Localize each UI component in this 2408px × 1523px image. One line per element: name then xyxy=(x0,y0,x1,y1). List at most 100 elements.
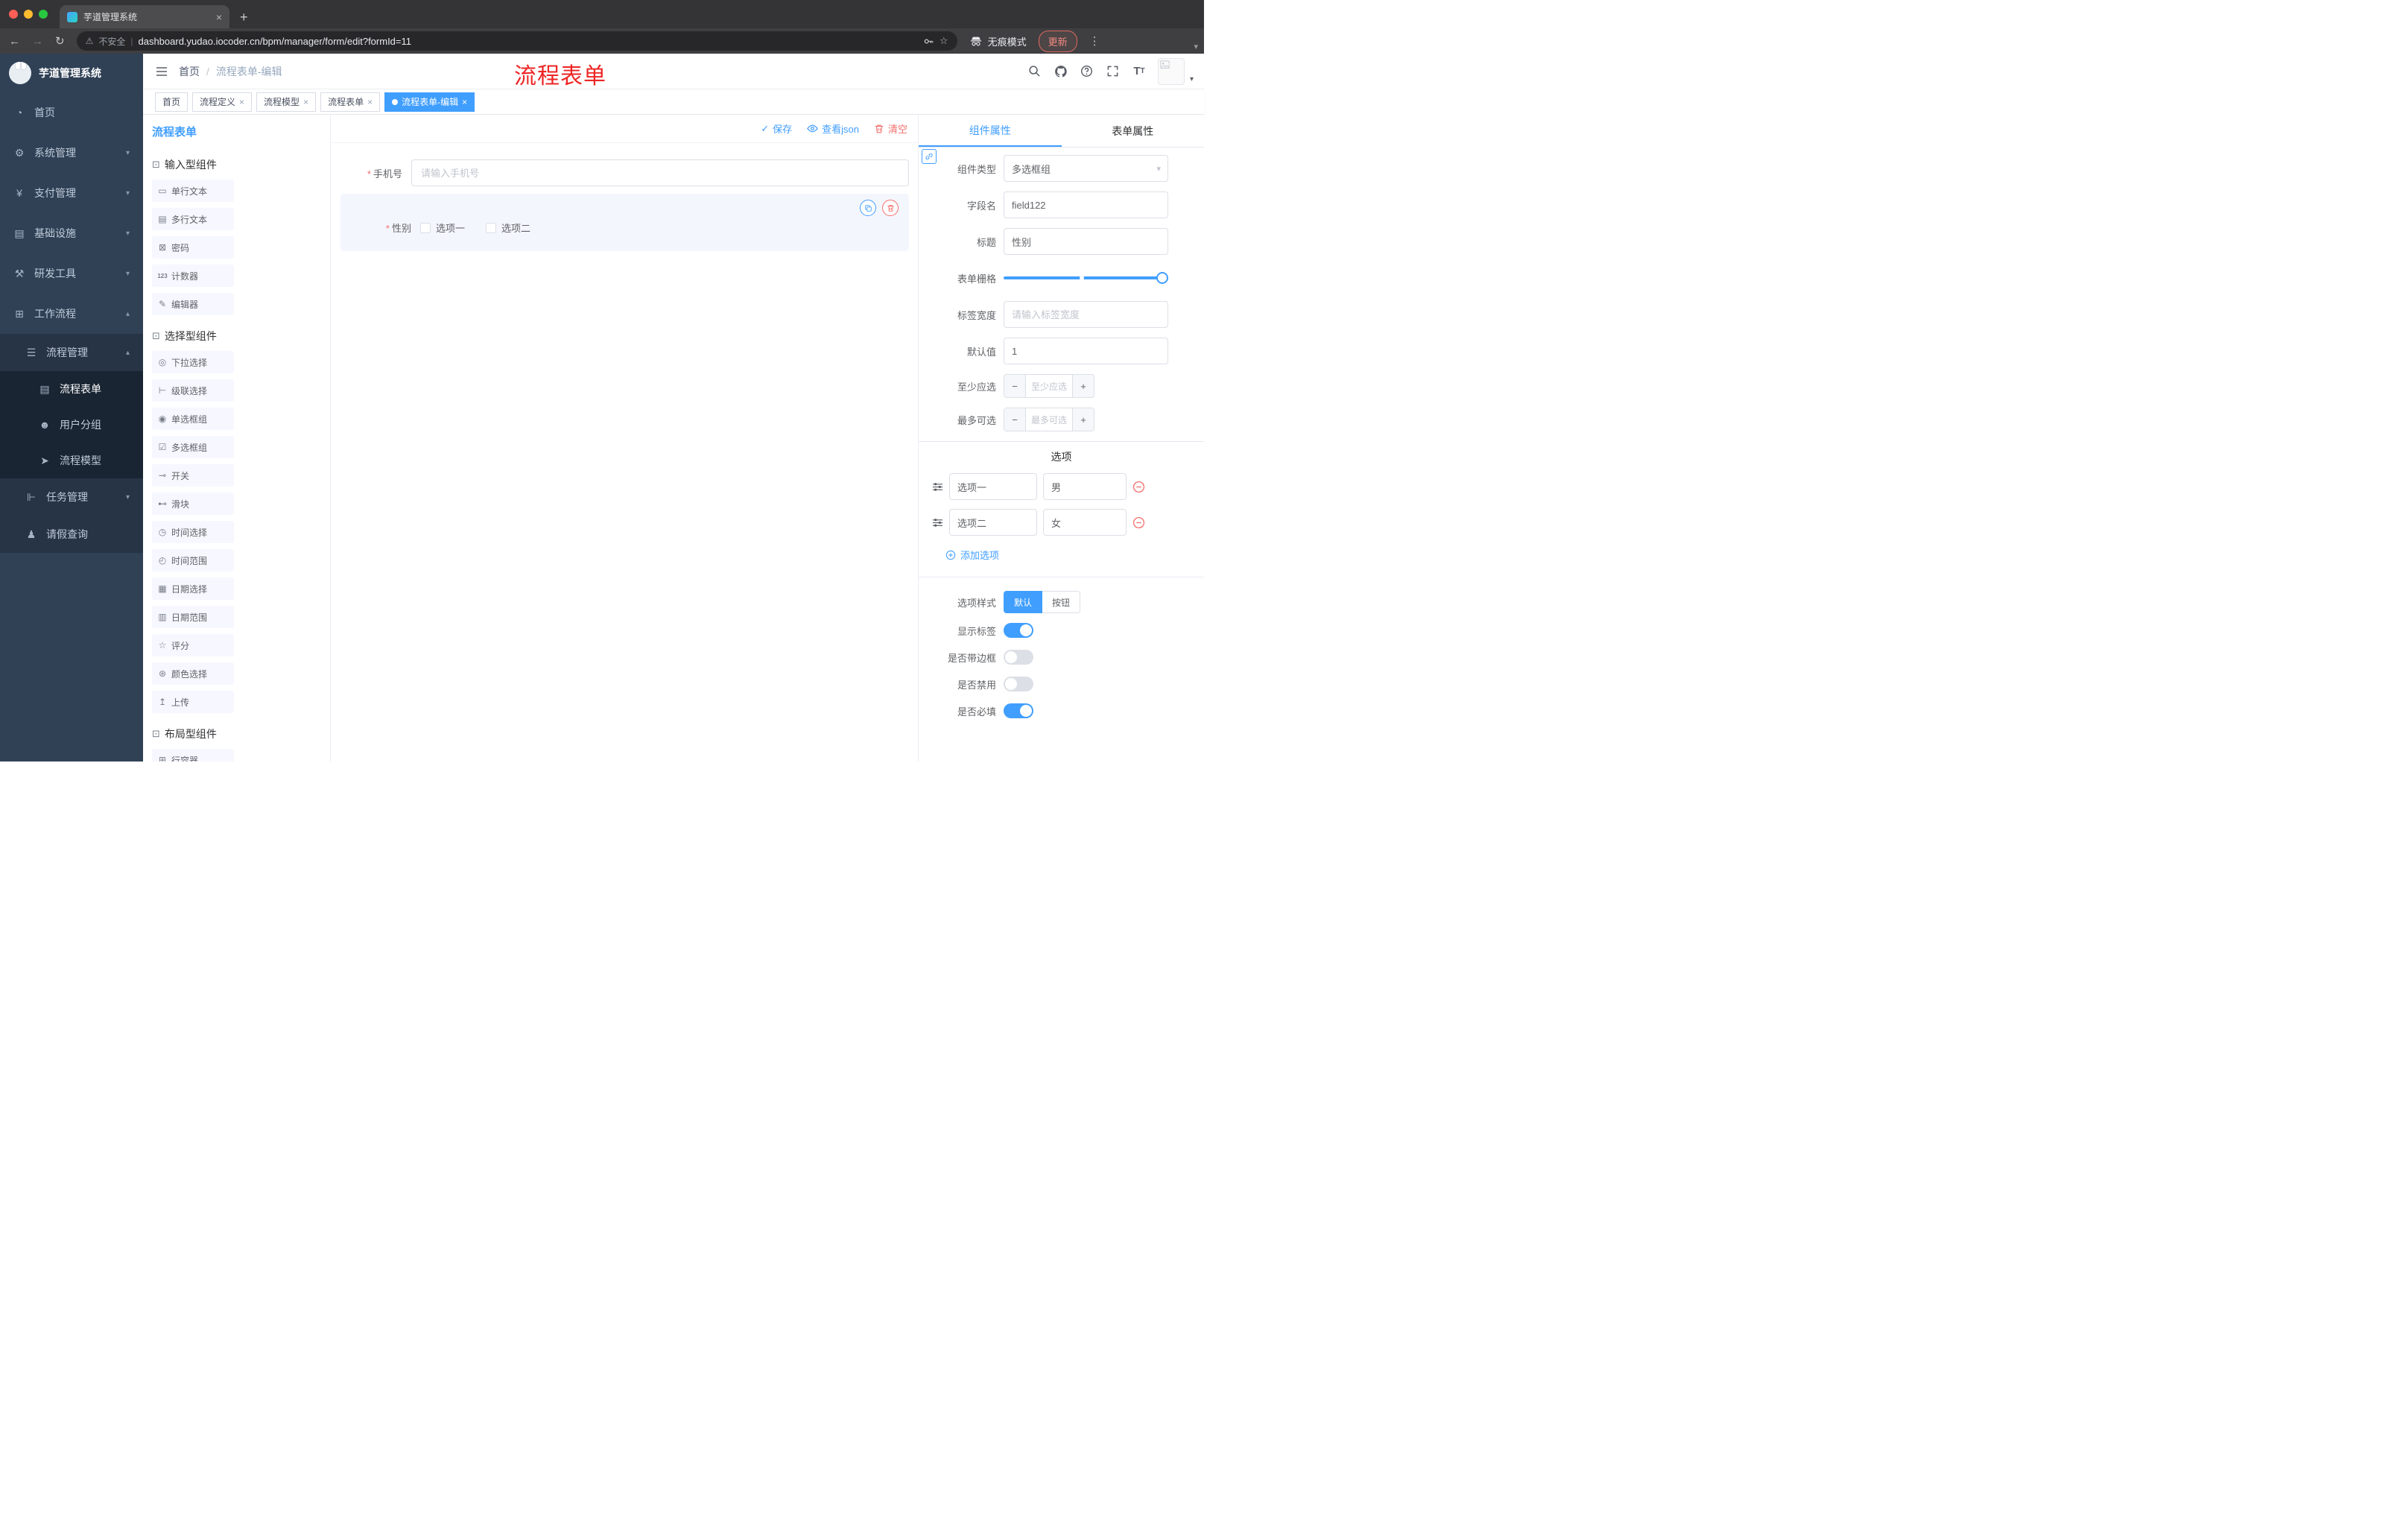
component-switch[interactable]: ⊸ 开关 xyxy=(152,464,234,487)
disabled-switch[interactable] xyxy=(1004,677,1033,691)
font-size-icon[interactable]: TT xyxy=(1132,64,1147,79)
user-avatar[interactable] xyxy=(1157,57,1185,85)
sidebar-item-payment[interactable]: ¥ 支付管理 ▾ xyxy=(0,173,143,213)
forward-icon[interactable]: → xyxy=(32,35,43,48)
component-multi-text[interactable]: ▤ 多行文本 xyxy=(152,208,234,230)
tag-home[interactable]: 首页 xyxy=(155,92,188,112)
password-key-icon[interactable] xyxy=(923,36,934,47)
component-checkbox-group[interactable]: ☑ 多选框组 xyxy=(152,436,234,458)
fullscreen-icon[interactable] xyxy=(1106,64,1121,79)
component-password[interactable]: ⊠ 密码 xyxy=(152,236,234,259)
copy-widget-button[interactable] xyxy=(860,200,876,216)
close-icon[interactable]: × xyxy=(303,97,308,107)
component-slider[interactable]: ⊷ 滑块 xyxy=(152,493,234,515)
sidebar-item-user-group[interactable]: ☻ 用户分组 xyxy=(0,407,143,443)
component-select[interactable]: ◎ 下拉选择 xyxy=(152,351,234,373)
component-rate[interactable]: ☆ 评分 xyxy=(152,634,234,656)
show-label-switch[interactable] xyxy=(1004,623,1033,638)
search-icon[interactable] xyxy=(1027,64,1042,79)
breadcrumb-home[interactable]: 首页 xyxy=(179,64,200,79)
option-name-input[interactable] xyxy=(949,473,1037,500)
sidebar-item-system[interactable]: ⚙ 系统管理 ▾ xyxy=(0,133,143,173)
increase-button[interactable]: + xyxy=(1072,375,1094,397)
save-button[interactable]: ✓ 保存 xyxy=(761,121,792,136)
tab-close-icon[interactable]: × xyxy=(216,11,222,23)
component-time-picker[interactable]: ◷ 时间选择 xyxy=(152,521,234,543)
clear-button[interactable]: 清空 xyxy=(874,121,907,136)
tag-process-definition[interactable]: 流程定义 × xyxy=(192,92,253,112)
component-color-picker[interactable]: ⊛ 颜色选择 xyxy=(152,662,234,685)
min-select-value[interactable]: 至少应选 xyxy=(1026,375,1072,397)
close-icon[interactable]: × xyxy=(462,97,467,107)
gender-widget[interactable]: * 性别 选项一 选项二 xyxy=(340,194,909,251)
slider-handle[interactable] xyxy=(1156,272,1168,284)
sidebar-fold-icon[interactable] xyxy=(155,65,168,78)
component-counter[interactable]: 123 计数器 xyxy=(152,265,234,287)
component-single-text[interactable]: ▭ 单行文本 xyxy=(152,180,234,202)
new-tab-button[interactable]: + xyxy=(240,10,248,25)
browser-menu-icon[interactable]: ⋮ xyxy=(1089,34,1100,48)
required-switch[interactable] xyxy=(1004,703,1033,718)
option-name-input[interactable] xyxy=(949,509,1037,536)
reload-icon[interactable]: ↻ xyxy=(55,34,65,48)
default-value-input[interactable] xyxy=(1004,338,1168,364)
component-row-container[interactable]: ⊞ 行容器 xyxy=(152,749,234,762)
label-width-input[interactable] xyxy=(1004,301,1168,328)
gender-option-2-checkbox[interactable]: 选项二 xyxy=(486,221,530,235)
sidebar-item-process-management[interactable]: ☰ 流程管理 ▴ xyxy=(0,334,143,371)
component-upload[interactable]: ↥ 上传 xyxy=(152,691,234,713)
security-warning-icon[interactable]: ⚠ xyxy=(86,36,94,46)
window-zoom-button[interactable] xyxy=(39,10,48,19)
drag-handle-icon[interactable] xyxy=(932,481,943,493)
component-editor[interactable]: ✎ 编辑器 xyxy=(152,293,234,315)
form-grid-slider[interactable] xyxy=(1004,272,1168,284)
component-date-picker[interactable]: ▦ 日期选择 xyxy=(152,577,234,600)
style-default-button[interactable]: 默认 xyxy=(1004,591,1043,613)
tag-process-model[interactable]: 流程模型 × xyxy=(256,92,317,112)
phone-input[interactable] xyxy=(411,159,909,186)
delete-widget-button[interactable] xyxy=(882,200,899,216)
gender-option-1-checkbox[interactable]: 选项一 xyxy=(420,221,465,235)
remove-option-icon[interactable] xyxy=(1132,481,1145,493)
window-close-button[interactable] xyxy=(9,10,18,19)
add-option-button[interactable]: 添加选项 xyxy=(945,548,999,562)
sidebar-item-leave-query[interactable]: ♟ 请假查询 xyxy=(0,516,143,553)
window-minimize-button[interactable] xyxy=(24,10,33,19)
drag-handle-icon[interactable] xyxy=(932,517,943,528)
max-select-value[interactable]: 最多可选 xyxy=(1026,408,1072,431)
bookmark-star-icon[interactable]: ☆ xyxy=(940,35,948,47)
sidebar-item-task-management[interactable]: ⊩ 任务管理 ▾ xyxy=(0,478,143,516)
increase-button[interactable]: + xyxy=(1072,408,1094,431)
component-time-range[interactable]: ◴ 时间范围 xyxy=(152,549,234,571)
title-input[interactable] xyxy=(1004,228,1168,255)
sidebar-item-devtools[interactable]: ⚒ 研发工具 ▾ xyxy=(0,253,143,294)
phone-widget[interactable]: * 手机号 xyxy=(340,159,909,186)
view-json-button[interactable]: 查看json xyxy=(807,121,859,136)
sidebar-item-home[interactable]: ◔ 首页 xyxy=(0,92,143,133)
remove-option-icon[interactable] xyxy=(1132,516,1145,529)
link-icon[interactable] xyxy=(922,149,937,164)
close-icon[interactable]: × xyxy=(239,97,244,107)
sidebar-item-process-model[interactable]: ➤ 流程模型 xyxy=(0,443,143,478)
browser-update-button[interactable]: 更新 xyxy=(1038,30,1077,52)
help-icon[interactable] xyxy=(1080,64,1094,79)
sidebar-item-process-form[interactable]: ▤ 流程表单 xyxy=(0,371,143,407)
app-logo[interactable]: 芋道管理系统 xyxy=(0,54,143,92)
tab-form-props[interactable]: 表单属性 xyxy=(1062,115,1205,147)
close-icon[interactable]: × xyxy=(367,97,373,107)
style-button-button[interactable]: 按钮 xyxy=(1042,591,1081,613)
option-value-input[interactable] xyxy=(1043,473,1127,500)
decrease-button[interactable]: − xyxy=(1004,408,1026,431)
github-icon[interactable] xyxy=(1054,64,1068,79)
decrease-button[interactable]: − xyxy=(1004,375,1026,397)
tab-component-props[interactable]: 组件属性 xyxy=(919,115,1062,147)
back-icon[interactable]: ← xyxy=(9,35,20,48)
sidebar-item-infrastructure[interactable]: ▤ 基础设施 ▾ xyxy=(0,213,143,253)
palette-title[interactable]: 流程表单 xyxy=(152,124,197,139)
component-date-range[interactable]: ▥ 日期范围 xyxy=(152,606,234,628)
browser-tab[interactable]: 芋道管理系统 × xyxy=(60,5,229,28)
sidebar-item-workflow[interactable]: ⊞ 工作流程 ▴ xyxy=(0,294,143,334)
component-type-select[interactable]: 多选框组 ▾ xyxy=(1004,155,1168,182)
chevron-down-icon[interactable]: ▾ xyxy=(1194,42,1198,51)
tag-process-form-edit[interactable]: 流程表单-编辑 × xyxy=(384,92,475,112)
